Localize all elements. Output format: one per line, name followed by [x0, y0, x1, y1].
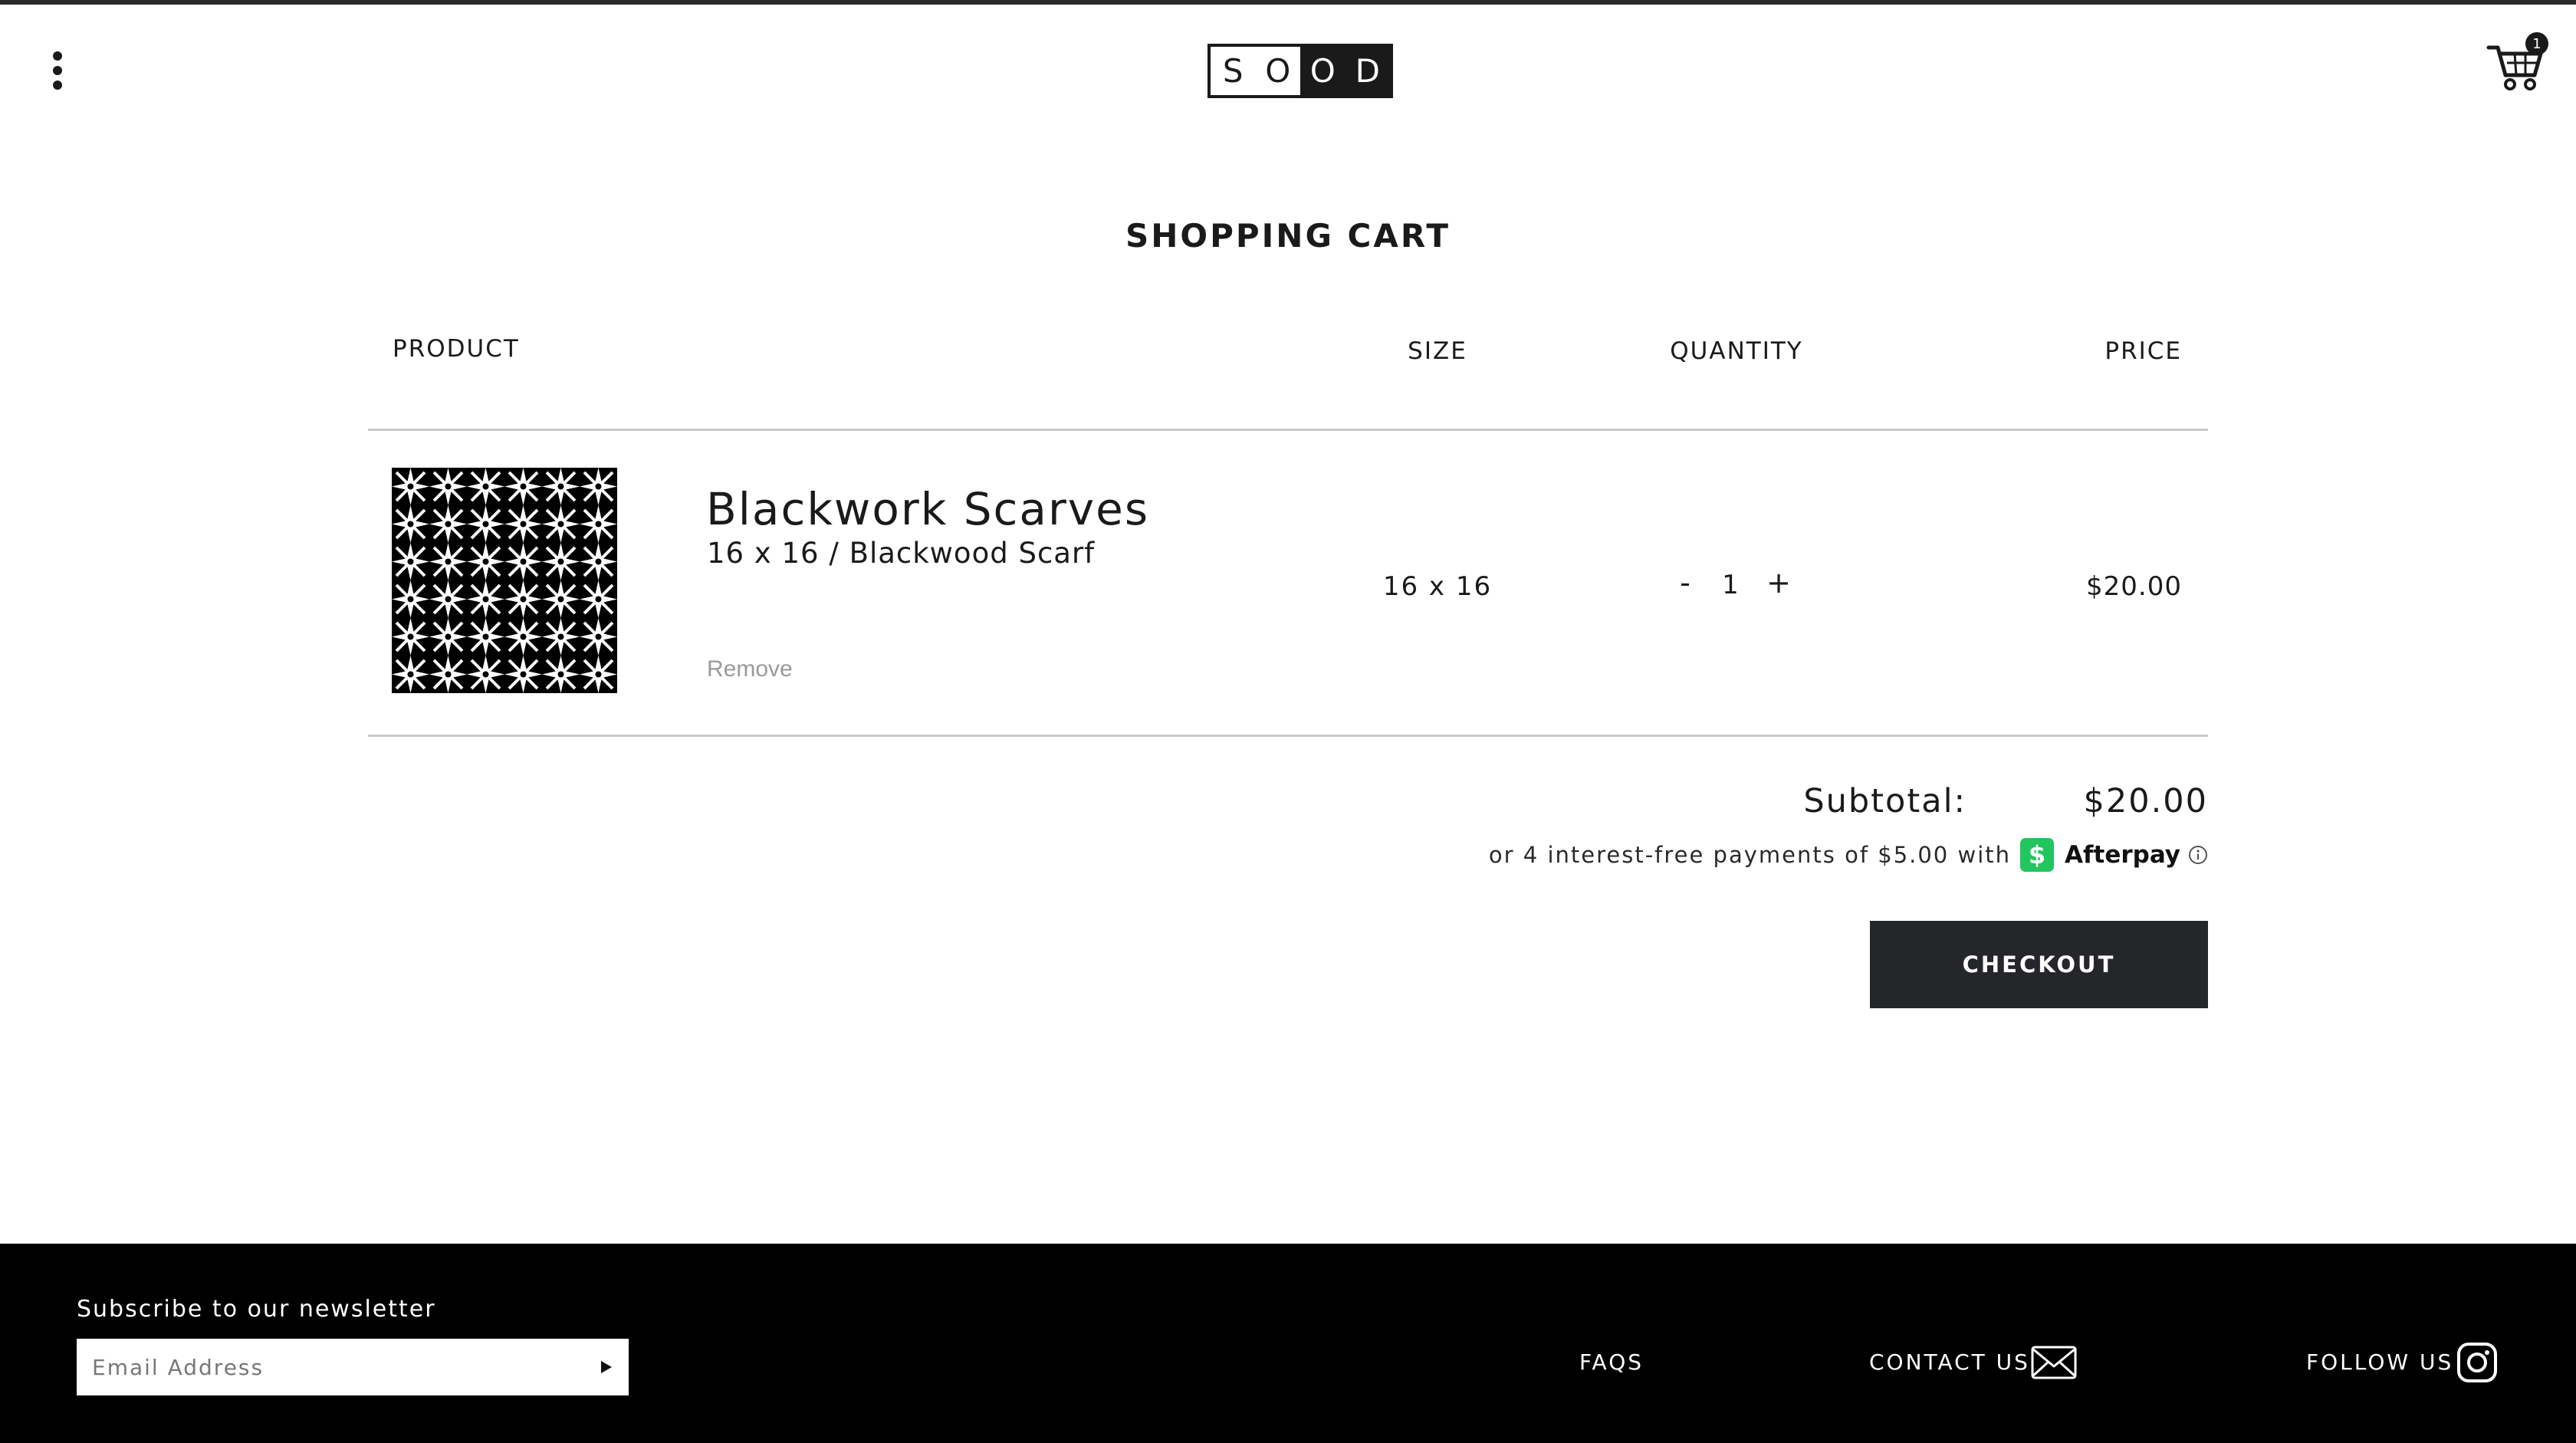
column-header-product: PRODUCT	[393, 335, 520, 363]
column-header-quantity: QUANTITY	[1670, 337, 1803, 365]
menu-button[interactable]	[46, 49, 69, 92]
quantity-value: 1	[1722, 570, 1739, 600]
product-variant: 16 x 16 / Blackwood Scarf	[707, 537, 1096, 570]
afterpay-text: or 4 interest-free payments of $5.00 wit…	[1488, 842, 2012, 868]
table-divider	[368, 735, 2208, 737]
menu-dot	[53, 51, 62, 61]
newsletter-label: Subscribe to our newsletter	[77, 1296, 436, 1323]
item-price: $20.00	[2086, 571, 2182, 602]
play-arrow-icon	[601, 1361, 612, 1373]
remove-item-link[interactable]: Remove	[707, 656, 793, 682]
mail-icon[interactable]	[2030, 1345, 2078, 1380]
newsletter-form	[77, 1339, 629, 1395]
subtotal-label: Subtotal:	[1803, 782, 1967, 820]
page: S O O D 1 SHOPPING CART PRODUCT SIZE QUA…	[0, 0, 2576, 1443]
checkout-button[interactable]: CHECKOUT	[1870, 921, 2208, 1008]
logo-letter: S	[1211, 47, 1256, 95]
column-header-price: PRICE	[2104, 337, 2182, 365]
email-input[interactable]	[77, 1339, 567, 1395]
afterpay-message: or 4 interest-free payments of $5.00 wit…	[1457, 837, 2208, 873]
contact-us-link[interactable]: CONTACT US	[1869, 1349, 2030, 1375]
page-title: SHOPPING CART	[1125, 217, 1451, 255]
site-logo[interactable]: S O O D	[1208, 44, 1393, 98]
column-header-size: SIZE	[1408, 337, 1467, 365]
product-name-link[interactable]: Blackwork Scarves	[706, 483, 1149, 535]
item-size: 16 x 16	[1382, 571, 1493, 602]
follow-us-link[interactable]: FOLLOW US	[2306, 1349, 2453, 1375]
logo-letter: O	[1300, 47, 1346, 95]
quantity-decrease-button[interactable]: -	[1670, 566, 1700, 604]
faqs-link[interactable]: FAQS	[1579, 1349, 1644, 1375]
afterpay-badge-icon: $	[2020, 838, 2055, 872]
instagram-icon[interactable]	[2456, 1342, 2498, 1383]
quantity-increase-button[interactable]: +	[1763, 566, 1794, 604]
newsletter-submit-button[interactable]	[583, 1339, 629, 1395]
menu-dot	[53, 66, 62, 75]
afterpay-brand: Afterpay	[2065, 841, 2180, 869]
logo-letter: D	[1345, 47, 1390, 95]
table-divider	[368, 429, 2208, 431]
menu-dot	[53, 81, 62, 90]
cart-count-badge: 1	[2525, 32, 2548, 55]
logo-letter: O	[1255, 47, 1300, 95]
product-thumbnail[interactable]	[392, 468, 617, 693]
subtotal-value: $20.00	[2083, 782, 2208, 820]
info-icon[interactable]	[2188, 845, 2208, 865]
top-rule	[0, 0, 2576, 5]
